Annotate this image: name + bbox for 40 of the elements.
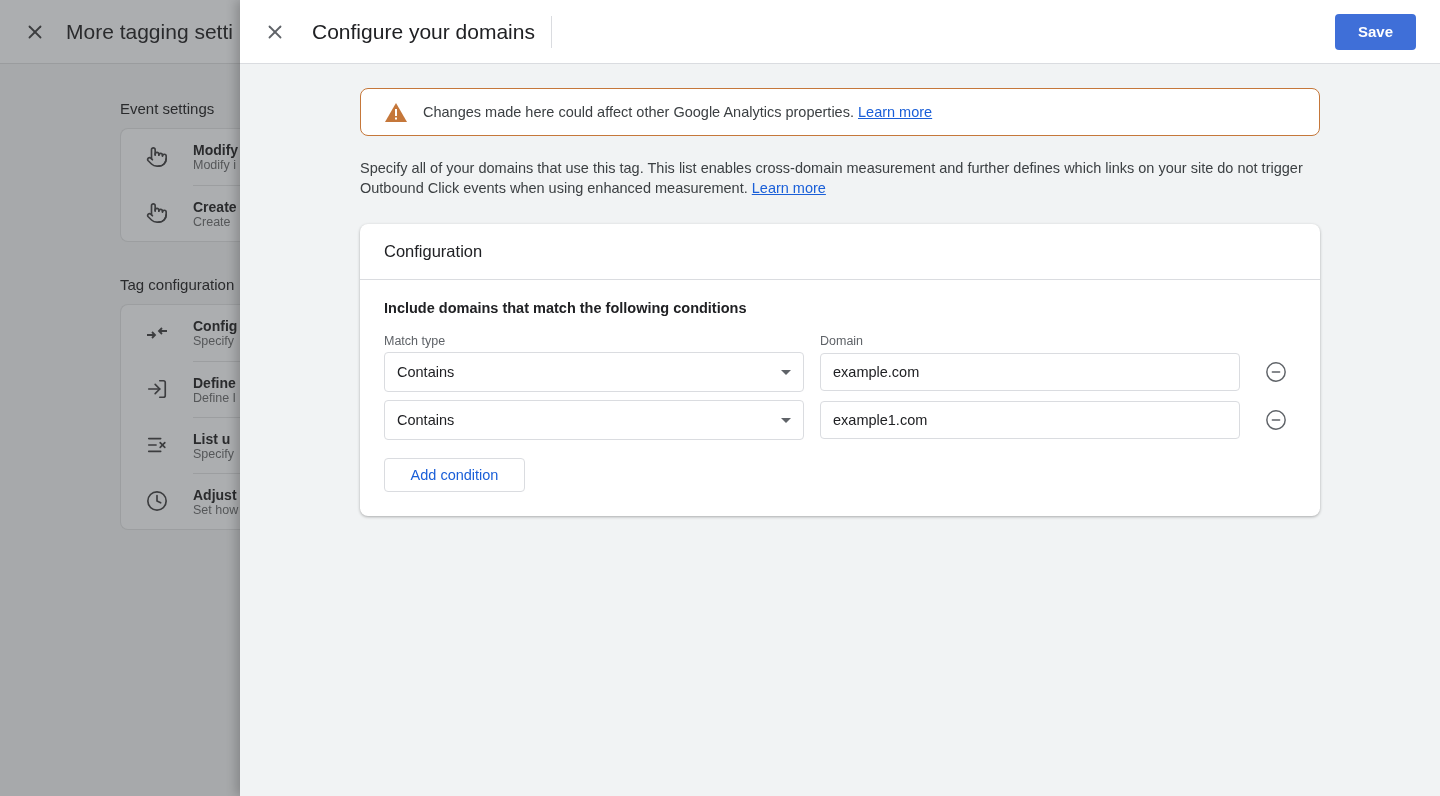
description-text: Specify all of your domains that use this tag. This list enables cross-domain measurement and further defines which links on your site do not trigger Outbound Click events when using enhanced measurement. Learn more [360,159,1304,198]
learn-more-link[interactable]: Learn more [751,180,826,196]
pointer-icon [146,146,168,168]
item-description: Set how [193,502,240,517]
domain-field[interactable]: example.com [820,353,1240,391]
item-description: Specify [193,334,235,348]
column-label: Match type [384,334,447,348]
item-title[interactable]: Config [193,318,240,334]
clock-icon [146,490,168,512]
section-heading: Event settings [120,100,216,117]
item-description: Modify i [193,158,238,172]
save-button[interactable]: Save [1335,13,1416,50]
remove-button[interactable] [1265,409,1287,431]
item-title[interactable]: Create [193,198,240,215]
warning-text: Changes made here could affect other Google Analytics properties. Learn more [423,104,933,120]
item-description: Define I [193,390,238,405]
match-type-dropdown[interactable]: Contains [384,352,804,392]
arrows-icon [146,326,168,340]
item-description: Create [193,214,232,229]
add-condition-button[interactable]: Add condition [384,458,525,492]
panel-title: More tagging setti [66,19,233,44]
domain-field[interactable]: example1.com [820,401,1240,439]
section-heading: Tag configuration [120,276,236,293]
learn-more-link[interactable]: Learn more [858,104,933,120]
column-label: Domain [820,334,865,348]
caret-icon [781,417,791,423]
caret-icon [781,369,791,375]
item-title[interactable]: Adjust [193,486,240,503]
item-title[interactable]: List u [193,430,240,447]
item-title[interactable]: Define [193,374,240,391]
pointer-icon [146,202,168,224]
conditions-heading: Include domains that match the following conditions [384,300,748,316]
match-type-dropdown[interactable]: Contains [384,400,804,440]
card-title: Configuration [384,242,483,261]
item-description: Specify [193,446,235,461]
dialog-title: Configure your domains [312,15,552,48]
warning-icon [385,102,407,122]
item-title[interactable]: Modify [193,142,240,158]
remove-button[interactable] [1265,361,1287,383]
enter-icon [146,378,168,400]
